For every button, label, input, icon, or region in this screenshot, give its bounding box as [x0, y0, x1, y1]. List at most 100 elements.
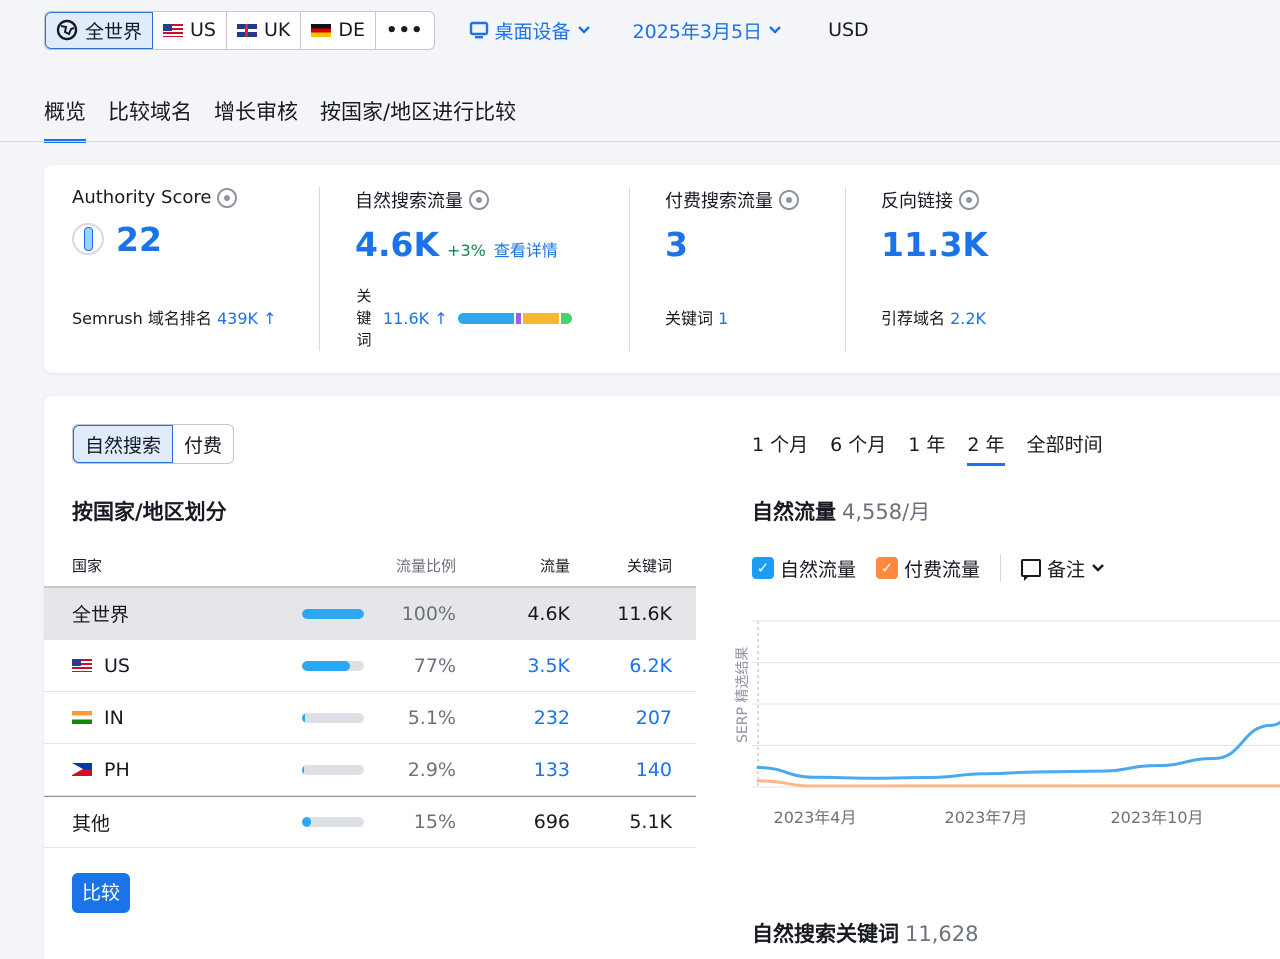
globe-icon: [56, 19, 78, 41]
country-name: IN: [44, 707, 302, 729]
metric-value: 11.3K: [881, 225, 988, 264]
keyword-distribution-segment: [457, 312, 514, 324]
summary-metrics-card: Authority Score 22 Semrush 域名排名 439K ↑ 自…: [44, 165, 1280, 373]
metric-value: 22: [116, 220, 162, 259]
table-row-worldwide[interactable]: 全世界 100% 4.6K 11.6K: [44, 588, 696, 640]
info-icon[interactable]: [779, 190, 799, 210]
period-1-month[interactable]: 1 个月: [752, 430, 808, 466]
view-details-link[interactable]: 查看详情: [494, 237, 558, 261]
paid-toggle-button[interactable]: 付费: [173, 425, 233, 463]
header-traffic[interactable]: 流量: [456, 555, 570, 576]
table-row-ph[interactable]: PH 2.9% 133 140: [44, 744, 696, 796]
uk-flag-icon: [236, 23, 257, 37]
date-selector[interactable]: 2025年3月5日: [633, 17, 783, 44]
ph-flag-icon: [72, 763, 92, 776]
share-bar: [302, 817, 392, 827]
header-traffic-share[interactable]: 流量比例: [302, 555, 456, 576]
referring-domains-value[interactable]: 2.2K: [950, 309, 986, 328]
metric-divider: [319, 187, 320, 351]
legend-organic-traffic[interactable]: ✓ 自然流量: [752, 555, 856, 582]
organic-toggle-button[interactable]: 自然搜索: [73, 425, 174, 463]
notes-dropdown[interactable]: 备注: [1021, 555, 1105, 582]
referring-domains: 引荐域名 2.2K: [881, 305, 986, 329]
legend-paid-traffic[interactable]: ✓ 付费流量: [876, 555, 980, 582]
more-databases-button[interactable]: •••: [376, 12, 434, 49]
database-switcher: 全世界 US UK DE •••: [44, 10, 435, 50]
keywords-value[interactable]: 207: [570, 707, 684, 729]
period-6-months[interactable]: 6 个月: [830, 430, 886, 466]
info-icon[interactable]: [959, 190, 979, 210]
date-label: 2025年3月5日: [632, 20, 763, 43]
keywords-value[interactable]: 6.2K: [570, 655, 684, 677]
organic-paid-toggle: 自然搜索 付费: [72, 424, 235, 464]
legend-label: 自然流量: [780, 558, 857, 581]
period-1-year[interactable]: 1 年: [908, 430, 945, 466]
database-us-button[interactable]: US: [153, 11, 227, 49]
keywords-value: 11.6K: [617, 602, 672, 625]
paid-traffic-value[interactable]: 3: [665, 225, 845, 264]
chevron-down-icon: [577, 26, 590, 34]
traffic-value[interactable]: 133: [456, 759, 570, 781]
share-bar: [302, 660, 392, 671]
share-bar: [302, 608, 392, 619]
referring-domains-label: 引荐域名: [881, 309, 946, 328]
paid-keywords-label: 关键词: [665, 309, 714, 328]
table-row-other[interactable]: 其他 15% 696 5.1K: [44, 796, 696, 848]
info-icon[interactable]: [217, 187, 238, 208]
info-icon[interactable]: [469, 190, 489, 210]
organic-traffic-metric: 自然搜索流量 4.6K +3% 查看详情 关 键 词 11.6K ↑: [355, 187, 615, 351]
keywords-value[interactable]: 140: [570, 759, 684, 781]
traffic-value[interactable]: 232: [456, 707, 570, 729]
metric-value[interactable]: 4.6K: [355, 225, 439, 264]
organic-keywords-value[interactable]: 11.6K ↑: [383, 309, 448, 328]
paid-keywords-value[interactable]: 1: [718, 309, 728, 328]
database-de-button[interactable]: DE: [301, 11, 376, 49]
traffic-delta: +3%: [447, 241, 486, 260]
chevron-down-icon: [769, 26, 781, 34]
organic-traffic-value: 4.6K +3% 查看详情: [355, 225, 615, 264]
tab-compare-by-country[interactable]: 按国家/地区进行比较: [320, 96, 516, 143]
share-bar: [302, 764, 392, 775]
checkbox-checked-icon: ✓: [752, 557, 774, 579]
compare-button[interactable]: 比较: [72, 873, 131, 913]
us-flag-icon: [163, 23, 184, 37]
traffic-value[interactable]: 3.5K: [456, 655, 570, 677]
country-name: 其他: [44, 809, 302, 836]
semrush-rank-value[interactable]: 439K ↑: [217, 309, 277, 328]
keyword-position-distribution-bar[interactable]: [457, 312, 572, 324]
tab-overview[interactable]: 概览: [44, 96, 86, 143]
country-name: 全世界: [44, 600, 302, 627]
x-tick-label: 2023年4月: [774, 808, 857, 827]
tab-growth-audit[interactable]: 增长审核: [214, 96, 298, 143]
metric-title: 反向链接: [881, 187, 1081, 213]
country-label: 其他: [72, 812, 111, 835]
organic-traffic-chart[interactable]: SERP 精选结果2023年4月2023年7月2023年10月2024年1月20…: [730, 611, 1280, 846]
traffic-value: 696: [533, 811, 570, 833]
semrush-rank-label: Semrush 域名排名: [72, 309, 212, 328]
more-dots-icon: •••: [386, 19, 424, 41]
share-bar-track: [302, 712, 364, 723]
country-name: US: [44, 655, 302, 677]
legend-divider: [1000, 554, 1002, 582]
table-row-us[interactable]: US 77% 3.5K 6.2K: [44, 640, 696, 692]
backlinks-value[interactable]: 11.3K: [881, 225, 1081, 264]
database-worldwide-button[interactable]: 全世界: [45, 11, 154, 49]
authority-score-value[interactable]: 22: [72, 220, 312, 259]
backlinks-metric: 反向链接 11.3K 引荐域名 2.2K: [881, 187, 1081, 351]
share-bar-fill: [302, 817, 312, 827]
keyword-distribution-segment: [560, 312, 572, 324]
table-header: 国家 流量比例 流量 关键词: [44, 544, 696, 588]
paid-keywords: 关键词 1: [665, 305, 728, 329]
table-row-in[interactable]: IN 5.1% 232 207: [44, 692, 696, 744]
tab-compare-domains[interactable]: 比较域名: [108, 96, 192, 143]
database-uk-button[interactable]: UK: [227, 11, 302, 49]
header-country[interactable]: 国家: [44, 555, 302, 576]
checkbox-checked-icon: ✓: [876, 557, 899, 579]
period-all-time[interactable]: 全部时间: [1027, 430, 1103, 466]
x-tick-label: 2023年7月: [945, 808, 1028, 827]
period-2-years[interactable]: 2 年: [967, 430, 1005, 466]
device-selector[interactable]: 桌面设备: [469, 17, 591, 44]
share-bar-track: [302, 608, 364, 619]
de-flag-icon: [311, 23, 332, 37]
header-keywords[interactable]: 关键词: [570, 555, 684, 576]
